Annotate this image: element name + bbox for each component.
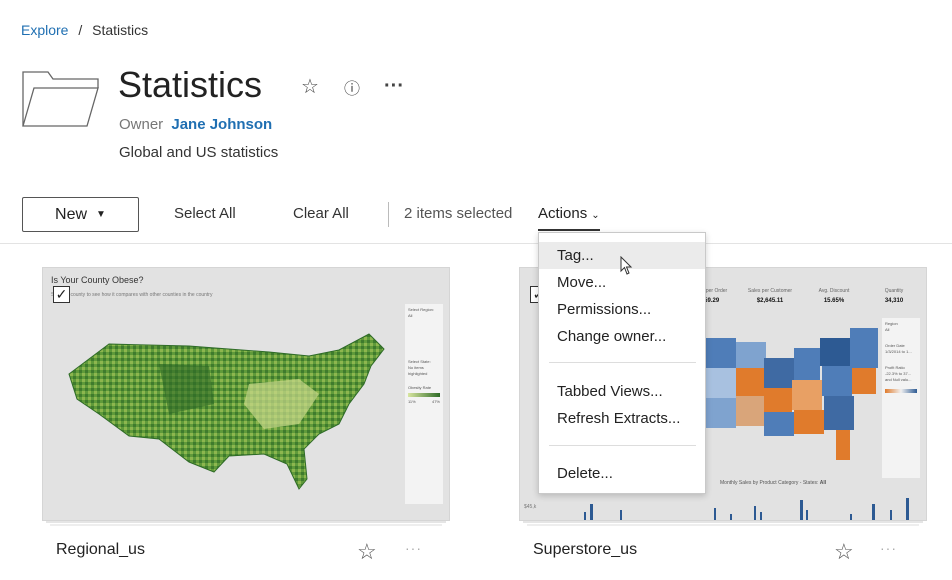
more-horizontal-icon[interactable]: ··· [405, 540, 422, 556]
title-actions: ☆ ⓘ ··· [300, 74, 404, 99]
folder-icon [22, 71, 99, 127]
toolbar-divider [388, 202, 389, 227]
card-stack-edge [523, 521, 923, 523]
select-all-button[interactable]: Select All [174, 205, 236, 222]
actions-label: Actions [538, 205, 588, 222]
card-stack-edge [46, 521, 446, 523]
new-button-label: New [55, 205, 88, 223]
side-text: Obesity Rate [408, 385, 432, 390]
card-name[interactable]: Regional_us [56, 541, 145, 559]
info-icon[interactable]: ⓘ [342, 75, 362, 99]
star-outline-icon[interactable]: ☆ [300, 74, 320, 99]
chevron-down-icon: ⌄ [591, 210, 600, 221]
side-text: No items highlighted [408, 365, 428, 376]
thumbnail-axis-label: $45,k [524, 504, 537, 510]
stat-value: $2,645.11 [756, 298, 784, 304]
menu-item-permissions[interactable]: Permissions... [539, 296, 705, 323]
breadcrumb: Explore / Statistics [21, 22, 148, 38]
actions-menu-button[interactable]: Actions ⌄ [538, 205, 600, 231]
owner-name-link[interactable]: Jane Johnson [171, 116, 272, 133]
card-thumbnail-regional-us[interactable]: Is Your County Obese? Select a county to… [42, 267, 450, 521]
menu-item-change-owner[interactable]: Change owner... [539, 323, 705, 350]
thumbnail-stat: Quantity 34,310 [864, 288, 924, 304]
breadcrumb-separator: / [78, 22, 83, 38]
card-stack-edge [50, 524, 442, 526]
star-outline-icon[interactable]: ☆ [357, 539, 377, 565]
caret-down-icon: ▼ [96, 209, 106, 220]
card-stack-edge [527, 524, 919, 526]
thumbnail-filter-panel: Region All Order Date 1/3/2014 to 1... P… [882, 318, 920, 478]
side-text: 47% [431, 399, 440, 404]
star-outline-icon[interactable]: ☆ [834, 539, 854, 565]
us-map-blue-orange [706, 328, 878, 460]
new-button[interactable]: New ▼ [22, 197, 139, 232]
mouse-pointer-icon [620, 256, 633, 275]
thumbnail-title: Is Your County Obese? [51, 275, 144, 285]
project-description: Global and US statistics [119, 144, 279, 161]
stat-label: Quantity [884, 288, 904, 294]
breadcrumb-current: Statistics [92, 22, 149, 38]
thumbnail-filter-panel: Select Region: All Select State: No item… [405, 304, 443, 504]
divider [0, 243, 952, 244]
legend-gradient [885, 389, 917, 393]
menu-item-refresh-extracts[interactable]: Refresh Extracts... [539, 405, 705, 432]
menu-separator [549, 445, 696, 446]
side-text: 11% [408, 399, 416, 404]
us-map-green [68, 333, 385, 490]
bottom-title-text: Monthly Sales by Product Category - Stat… [720, 480, 819, 486]
menu-separator [549, 362, 696, 363]
thumbnail-stat: Sales per Customer $2,645.11 [740, 288, 800, 304]
card-checkbox[interactable]: ✓ [53, 286, 70, 303]
menu-item-delete[interactable]: Delete... [539, 460, 705, 487]
thumbnail-sales-bars [714, 498, 909, 520]
selection-count: 2 items selected [404, 205, 513, 222]
clear-all-button[interactable]: Clear All [293, 205, 349, 222]
thumbnail-sales-bars-left [584, 504, 622, 520]
more-horizontal-icon[interactable]: ··· [384, 75, 404, 98]
thumbnail-bottom-title: Monthly Sales by Product Category - Stat… [720, 480, 826, 486]
toolbar: New ▼ Select All Clear All 2 items selec… [22, 197, 932, 232]
stat-value: 34,310 [884, 298, 904, 304]
stat-value: 15.65% [823, 298, 845, 304]
stat-label: Avg. Discount [818, 288, 850, 294]
page-title: Statistics [118, 64, 263, 105]
bottom-title-value: All [819, 480, 827, 486]
owner-label: Owner [119, 116, 164, 133]
side-text: and Null valu... [885, 377, 912, 382]
breadcrumb-explore-link[interactable]: Explore [21, 22, 68, 38]
stat-label: Sales per Customer [747, 288, 793, 294]
card-name[interactable]: Superstore_us [533, 541, 637, 559]
menu-item-tabbed-views[interactable]: Tabbed Views... [539, 378, 705, 405]
thumbnail-stat: Avg. Discount 15.65% [804, 288, 864, 304]
thumbnail-subtitle: Select a county to see how it compares w… [51, 292, 213, 298]
legend-gradient [408, 393, 440, 397]
more-horizontal-icon[interactable]: ··· [880, 540, 897, 556]
owner-row: Owner Jane Johnson [119, 116, 272, 133]
